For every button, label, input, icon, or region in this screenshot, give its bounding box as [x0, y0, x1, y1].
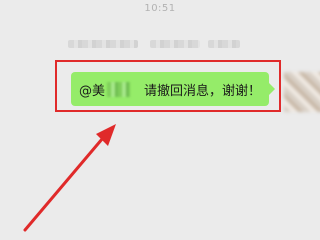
red-arrow-annotation — [23, 124, 116, 232]
arrow-shaft — [23, 130, 110, 232]
